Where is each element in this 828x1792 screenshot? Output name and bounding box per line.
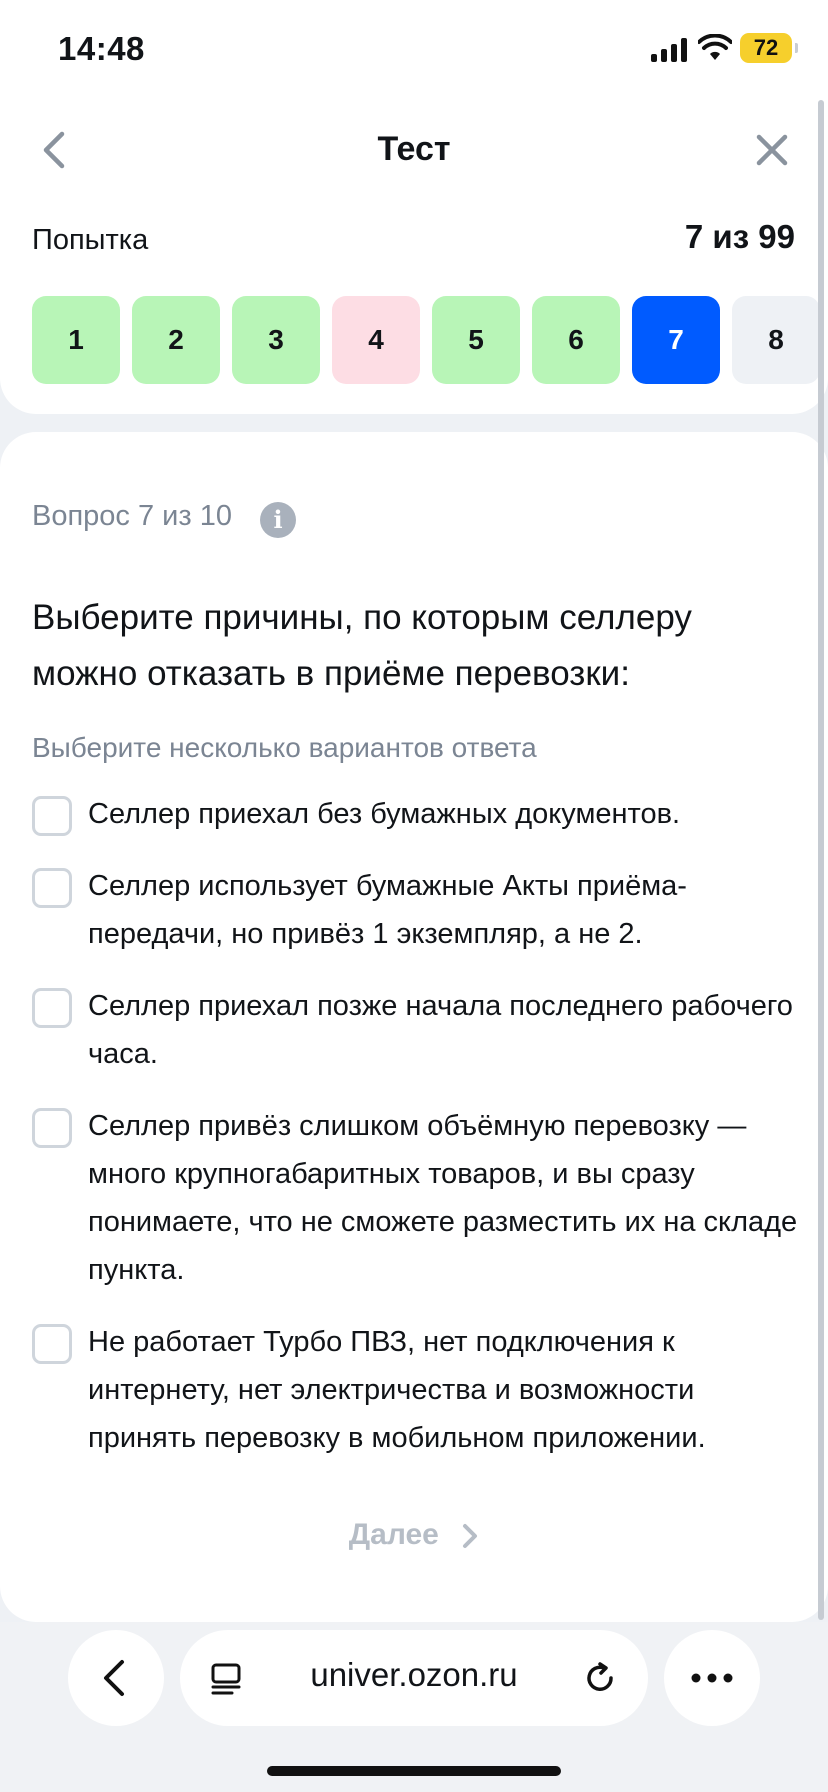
- attempt-label: Попытка: [32, 224, 149, 256]
- answer-option-label: Селлер привёз слишком объёмную перевозку…: [88, 1110, 798, 1286]
- status-time: 14:48: [58, 30, 145, 67]
- attempt-chip-1[interactable]: 1: [32, 296, 120, 384]
- answer-option[interactable]: Не работает Турбо ПВЗ, нет подключения к…: [32, 1318, 802, 1462]
- question-number: Вопрос 7 из 10: [32, 500, 232, 532]
- close-icon[interactable]: [754, 132, 790, 168]
- back-chevron-icon: [104, 1660, 124, 1696]
- checkbox[interactable]: [32, 1324, 72, 1364]
- wifi-icon: [698, 34, 732, 60]
- answer-hint: Выберите несколько вариантов ответа: [32, 732, 537, 763]
- attempt-chip-6[interactable]: 6: [532, 296, 620, 384]
- scrollbar[interactable]: [818, 100, 824, 1620]
- attempt-counter: 7 из 99: [684, 218, 795, 255]
- checkbox[interactable]: [32, 1108, 72, 1148]
- answer-option-label: Не работает Турбо ПВЗ, нет подключения к…: [88, 1326, 706, 1454]
- page: 14:48 72 Тест Попытка 7 из 99 1 2 3 4 5 …: [0, 0, 828, 1792]
- checkbox[interactable]: [32, 988, 72, 1028]
- answer-option[interactable]: Селлер приехал без бумажных документов.: [32, 790, 802, 838]
- question-text: Выберите причины, по которым селлеру мож…: [32, 598, 692, 693]
- answer-option[interactable]: Селлер привёз слишком объёмную перевозку…: [32, 1102, 802, 1294]
- attempt-chip-8[interactable]: 8: [732, 296, 820, 384]
- status-bar: 14:48 72: [0, 0, 828, 100]
- attempt-chip-2[interactable]: 2: [132, 296, 220, 384]
- answer-option-label: Селлер использует бумажные Акты приёма-п…: [88, 870, 687, 950]
- chevron-right-icon: [463, 1524, 478, 1549]
- attempts-row: 1 2 3 4 5 6 7 8: [32, 296, 828, 384]
- next-button-label: Далее: [348, 1518, 439, 1551]
- more-dots-icon: [691, 1673, 733, 1683]
- answer-option[interactable]: Селлер приехал позже начала последнего р…: [32, 982, 802, 1078]
- checkbox[interactable]: [32, 868, 72, 908]
- attempt-chip-4[interactable]: 4: [332, 296, 420, 384]
- answer-option-label: Селлер приехал без бумажных документов.: [88, 798, 681, 830]
- battery-icon: 72: [740, 33, 798, 63]
- attempt-chip-3[interactable]: 3: [232, 296, 320, 384]
- info-icon[interactable]: i: [260, 502, 296, 538]
- url-text: univer.ozon.ru: [310, 1656, 518, 1693]
- answer-option[interactable]: Селлер использует бумажные Акты приёма-п…: [32, 862, 802, 958]
- next-button[interactable]: Далее: [0, 1518, 828, 1552]
- answer-option-label: Селлер приехал позже начала последнего р…: [88, 990, 793, 1070]
- browser-back-button[interactable]: [68, 1630, 164, 1726]
- cellular-signal-icon: [651, 38, 687, 62]
- home-indicator[interactable]: [267, 1766, 561, 1776]
- more-button[interactable]: [664, 1630, 760, 1726]
- page-title: Тест: [377, 130, 451, 168]
- answer-options: Селлер приехал без бумажных документов. …: [32, 790, 802, 1486]
- attempt-chip-7-current[interactable]: 7: [632, 296, 720, 384]
- checkbox[interactable]: [32, 796, 72, 836]
- attempt-chip-5[interactable]: 5: [432, 296, 520, 384]
